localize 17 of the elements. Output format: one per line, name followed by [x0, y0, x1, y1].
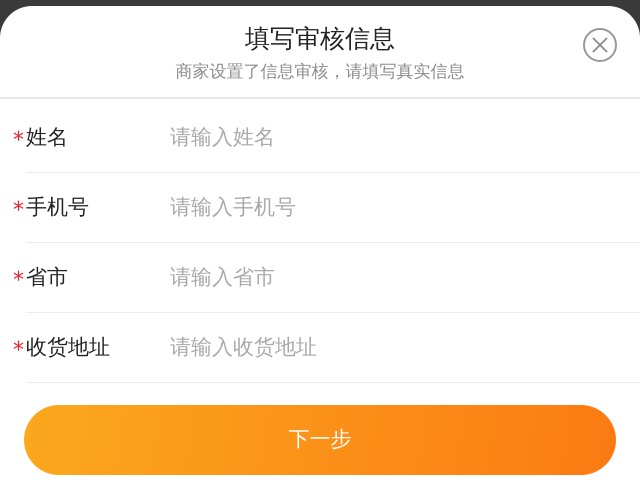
required-asterisk: *	[12, 197, 24, 222]
field-label: 收货地址	[26, 334, 110, 362]
field-label: 姓名	[26, 124, 68, 152]
field-label: 省市	[26, 264, 68, 292]
required-asterisk: *	[12, 127, 24, 152]
sheet-subtitle: 商家设置了信息审核，请填写真实信息	[176, 60, 464, 84]
close-icon	[592, 37, 608, 53]
sheet-title: 填写审核信息	[245, 25, 395, 52]
input-field[interactable]: 请输入姓名	[170, 122, 640, 154]
close-button[interactable]	[583, 28, 617, 62]
field-label: 手机号	[26, 194, 89, 222]
input-field[interactable]: 请输入收货地址	[170, 332, 640, 364]
input-field[interactable]: 请输入手机号	[170, 192, 640, 224]
required-asterisk: *	[12, 337, 24, 362]
required-asterisk: *	[12, 267, 24, 292]
input-field[interactable]: 请输入省市	[170, 262, 640, 294]
next-step-button[interactable]: 下一步	[24, 405, 616, 475]
